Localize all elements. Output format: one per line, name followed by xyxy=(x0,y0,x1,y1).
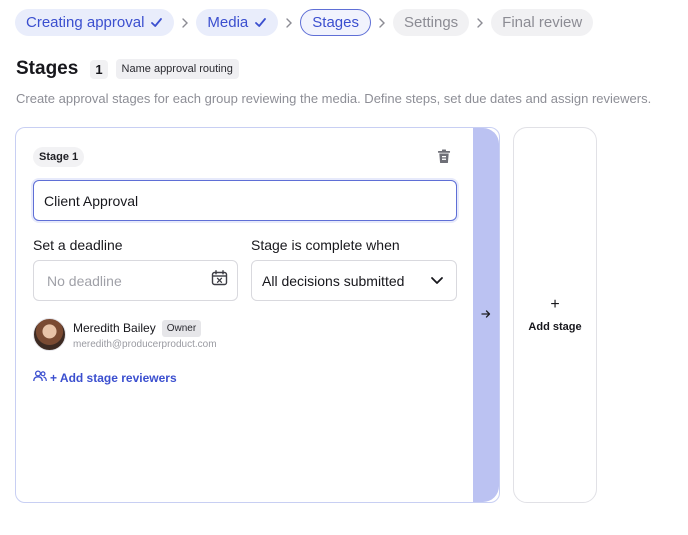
complete-condition-label: Stage is complete when xyxy=(251,237,400,253)
calendar-icon[interactable] xyxy=(211,270,228,291)
owner-badge: Owner xyxy=(161,319,202,337)
breadcrumb: Creating approval Media Stages Settings … xyxy=(15,9,594,36)
breadcrumb-step-label: Media xyxy=(207,14,249,31)
page-subtitle: Create approval stages for each group re… xyxy=(16,91,652,106)
reviewer-info: Meredith Bailey Owner meredith@producerp… xyxy=(73,319,217,350)
chevron-right-icon xyxy=(278,17,300,28)
breadcrumb-step-creating-approval[interactable]: Creating approval xyxy=(15,9,175,36)
breadcrumb-step-final-review[interactable]: Final review xyxy=(491,9,594,36)
reviewer-item: Meredith Bailey Owner meredith@producerp… xyxy=(33,318,217,351)
reviewer-name: Meredith Bailey xyxy=(73,321,156,335)
stage-card: Stage 1 Set a deadline No deadline xyxy=(15,127,500,503)
deadline-placeholder: No deadline xyxy=(47,272,122,289)
add-stage-reviewers-button[interactable]: + Add stage reviewers xyxy=(33,370,177,385)
breadcrumb-step-media[interactable]: Media xyxy=(196,9,279,36)
deadline-field[interactable]: No deadline xyxy=(33,260,238,301)
add-stage-reviewers-label: + Add stage reviewers xyxy=(50,370,177,385)
add-stage-label: Add stage xyxy=(528,321,582,333)
stage-connector-rail xyxy=(473,128,499,502)
trash-icon[interactable] xyxy=(437,149,451,169)
stage-card-wrapper: Stage 1 Set a deadline No deadline xyxy=(15,127,500,503)
deadline-label: Set a deadline xyxy=(33,237,123,253)
breadcrumb-step-label: Final review xyxy=(502,14,583,31)
avatar xyxy=(33,318,66,351)
chevron-right-icon xyxy=(174,17,196,28)
breadcrumb-step-stages[interactable]: Stages xyxy=(300,9,371,36)
chevron-down-icon xyxy=(430,272,444,290)
breadcrumb-step-settings[interactable]: Settings xyxy=(392,9,470,36)
stage-label: Stage 1 xyxy=(33,147,85,167)
stage-name-input[interactable] xyxy=(33,180,457,221)
users-icon xyxy=(33,370,50,385)
breadcrumb-step-label: Stages xyxy=(312,14,359,31)
title-row: Stages 1 Name approval routing xyxy=(16,58,239,80)
chevron-right-icon xyxy=(469,17,491,28)
breadcrumb-step-label: Settings xyxy=(403,14,459,31)
arrow-right-icon xyxy=(481,306,491,324)
reviewer-email: meredith@producerproduct.com xyxy=(73,338,217,350)
add-stage-button[interactable]: + Add stage xyxy=(513,127,597,503)
check-icon xyxy=(254,16,267,29)
complete-condition-value: All decisions submitted xyxy=(262,272,405,289)
breadcrumb-step-label: Creating approval xyxy=(26,14,145,31)
routing-tag: Name approval routing xyxy=(115,59,239,79)
stage-count-badge: 1 xyxy=(90,59,108,79)
complete-condition-select[interactable]: All decisions submitted xyxy=(251,260,457,301)
plus-icon: + xyxy=(550,296,560,313)
chevron-right-icon xyxy=(371,17,393,28)
check-icon xyxy=(150,16,163,29)
page-title: Stages xyxy=(16,58,79,79)
